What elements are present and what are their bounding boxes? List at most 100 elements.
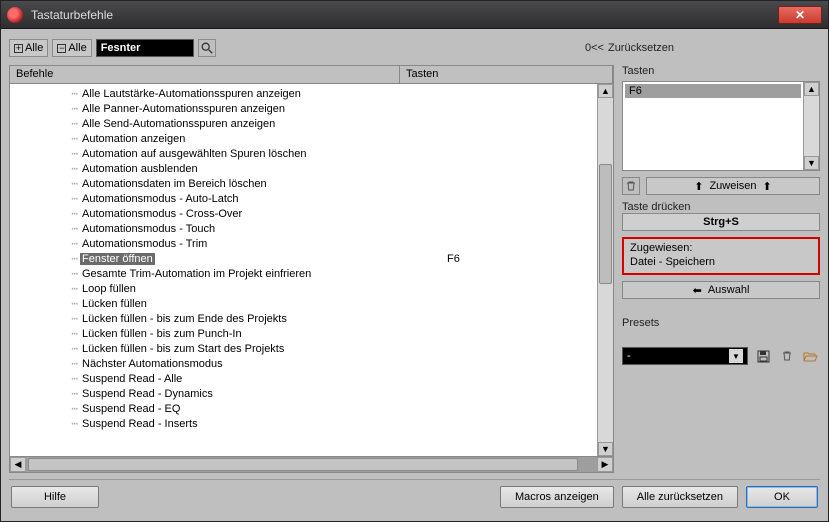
command-label: Gesamte Trim-Automation im Projekt einfr…: [80, 268, 447, 280]
command-row[interactable]: ⋯Suspend Read - Alle: [10, 371, 597, 386]
search-button[interactable]: [198, 39, 216, 57]
titlebar[interactable]: Tastaturbefehle ✕: [1, 1, 828, 29]
command-row[interactable]: ⋯Suspend Read - Inserts: [10, 416, 597, 431]
expand-all-button[interactable]: + Alle: [9, 39, 48, 57]
command-row[interactable]: ⋯Suspend Read - EQ: [10, 401, 597, 416]
column-header-keys[interactable]: Tasten: [400, 66, 613, 83]
window-title: Tastaturbefehle: [31, 8, 778, 22]
help-button[interactable]: Hilfe: [11, 486, 99, 508]
assign-row: ⬆ Zuweisen ⬆: [622, 177, 820, 195]
chevron-down-icon: ▼: [729, 349, 743, 363]
scroll-thumb-v[interactable]: [599, 164, 612, 284]
keys-label: Tasten: [622, 65, 820, 77]
scroll-down-arrow[interactable]: ▼: [804, 156, 819, 170]
assign-button[interactable]: ⬆ Zuweisen ⬆: [646, 177, 820, 195]
tree-line: ⋯: [10, 297, 80, 310]
import-preset-button[interactable]: [802, 347, 820, 365]
command-label: Nächster Automationsmodus: [80, 358, 447, 370]
horizontal-scrollbar[interactable]: ◀ ▶: [10, 456, 613, 472]
magnifier-icon: [200, 41, 214, 55]
toolbar: + Alle − Alle 0<< Zurücksetzen: [9, 37, 820, 59]
tree-line: ⋯: [10, 117, 80, 130]
arrow-left-icon: ⬅: [693, 284, 702, 297]
footer: Hilfe Macros anzeigen Alle zurücksetzen …: [9, 479, 820, 513]
folder-open-icon: [803, 350, 819, 363]
reset-label: Zurücksetzen: [608, 42, 674, 54]
tree-line: ⋯: [10, 87, 80, 100]
command-label: Fenster öffnen: [80, 253, 447, 265]
reset-all-button[interactable]: Alle zurücksetzen: [622, 486, 738, 508]
arrow-up-icon: ⬆: [694, 180, 703, 193]
assigned-to-label: Zugewiesen:: [630, 241, 812, 255]
keys-scrollbar[interactable]: ▲ ▼: [803, 82, 819, 170]
command-label: Suspend Read - Dynamics: [80, 388, 447, 400]
show-macros-button[interactable]: Macros anzeigen: [500, 486, 614, 508]
tree-line: ⋯: [10, 252, 80, 265]
command-label: Lücken füllen: [80, 298, 447, 310]
tree-line: ⋯: [10, 417, 80, 430]
presets-label: Presets: [622, 317, 820, 329]
tree-line: ⋯: [10, 387, 80, 400]
command-row[interactable]: ⋯Automationsmodus - Cross-Over: [10, 206, 597, 221]
hscroll-track[interactable]: [26, 457, 597, 472]
command-label: Lücken füllen - bis zum Ende des Projekt…: [80, 313, 447, 325]
scroll-up-arrow[interactable]: ▲: [598, 84, 613, 98]
command-row[interactable]: ⋯Gesamte Trim-Automation im Projekt einf…: [10, 266, 597, 281]
command-row[interactable]: ⋯Automationsmodus - Trim: [10, 236, 597, 251]
tree-line: ⋯: [10, 132, 80, 145]
command-key: F6: [447, 253, 597, 265]
command-row[interactable]: ⋯Loop füllen: [10, 281, 597, 296]
command-row[interactable]: ⋯Automationsdaten im Bereich löschen: [10, 176, 597, 191]
scroll-up-arrow[interactable]: ▲: [804, 82, 819, 96]
scroll-thumb-h[interactable]: [28, 458, 578, 471]
delete-preset-button[interactable]: [778, 347, 796, 365]
command-label: Lücken füllen - bis zum Start des Projek…: [80, 343, 447, 355]
command-row[interactable]: ⋯Lücken füllen - bis zum Punch-In: [10, 326, 597, 341]
command-label: Automationsdaten im Bereich löschen: [80, 178, 447, 190]
preset-dropdown[interactable]: - ▼: [622, 347, 748, 365]
search-input[interactable]: [96, 39, 194, 57]
assigned-keys-list[interactable]: F6 ▲ ▼: [622, 81, 820, 171]
tree-line: ⋯: [10, 237, 80, 250]
scroll-left-arrow[interactable]: ◀: [10, 457, 26, 472]
assigned-key-row[interactable]: F6: [625, 84, 801, 98]
command-row[interactable]: ⋯Lücken füllen - bis zum Start des Proje…: [10, 341, 597, 356]
pressed-key-field[interactable]: Strg+S: [622, 213, 820, 231]
select-button[interactable]: ⬅ Auswahl: [622, 281, 820, 299]
command-row[interactable]: ⋯Suspend Read - Dynamics: [10, 386, 597, 401]
help-label: Hilfe: [44, 491, 66, 503]
ok-button[interactable]: OK: [746, 486, 818, 508]
command-row[interactable]: ⋯Alle Send-Automationsspuren anzeigen: [10, 116, 597, 131]
command-row[interactable]: ⋯Lücken füllen: [10, 296, 597, 311]
column-header-commands[interactable]: Befehle: [10, 66, 400, 83]
save-preset-button[interactable]: [754, 347, 772, 365]
command-row[interactable]: ⋯Automation auf ausgewählten Spuren lösc…: [10, 146, 597, 161]
ok-label: OK: [774, 491, 790, 503]
command-row[interactable]: ⋯Lücken füllen - bis zum Ende des Projek…: [10, 311, 597, 326]
delete-key-button[interactable]: [622, 177, 640, 195]
tree-line: ⋯: [10, 192, 80, 205]
vertical-scrollbar[interactable]: ▲ ▼: [597, 84, 613, 456]
command-row[interactable]: ⋯Alle Lautstärke-Automationsspuren anzei…: [10, 86, 597, 101]
command-row[interactable]: ⋯Automationsmodus - Auto-Latch: [10, 191, 597, 206]
command-row[interactable]: ⋯Fenster öffnenF6: [10, 251, 597, 266]
right-panel: Tasten F6 ▲ ▼ ⬆: [622, 65, 820, 473]
macros-label: Macros anzeigen: [515, 491, 599, 503]
client-area: + Alle − Alle 0<< Zurücksetzen Befehle T…: [1, 29, 828, 521]
scroll-right-arrow[interactable]: ▶: [597, 457, 613, 472]
close-button[interactable]: ✕: [778, 6, 822, 24]
press-key-label: Taste drücken: [622, 201, 820, 213]
command-list[interactable]: ⋯Alle Lautstärke-Automationsspuren anzei…: [10, 84, 597, 456]
command-list-panel: Befehle Tasten ⋯Alle Lautstärke-Automati…: [9, 65, 614, 473]
collapse-all-button[interactable]: − Alle: [52, 39, 91, 57]
reset-button[interactable]: 0<< Zurücksetzen: [585, 42, 674, 54]
command-row[interactable]: ⋯Automation anzeigen: [10, 131, 597, 146]
command-row[interactable]: ⋯Nächster Automationsmodus: [10, 356, 597, 371]
scroll-down-arrow[interactable]: ▼: [598, 442, 613, 456]
tree-line: ⋯: [10, 207, 80, 220]
command-row[interactable]: ⋯Automationsmodus - Touch: [10, 221, 597, 236]
command-row[interactable]: ⋯Alle Panner-Automationsspuren anzeigen: [10, 101, 597, 116]
command-label: Alle Panner-Automationsspuren anzeigen: [80, 103, 447, 115]
tree-line: ⋯: [10, 357, 80, 370]
command-row[interactable]: ⋯Automation ausblenden: [10, 161, 597, 176]
